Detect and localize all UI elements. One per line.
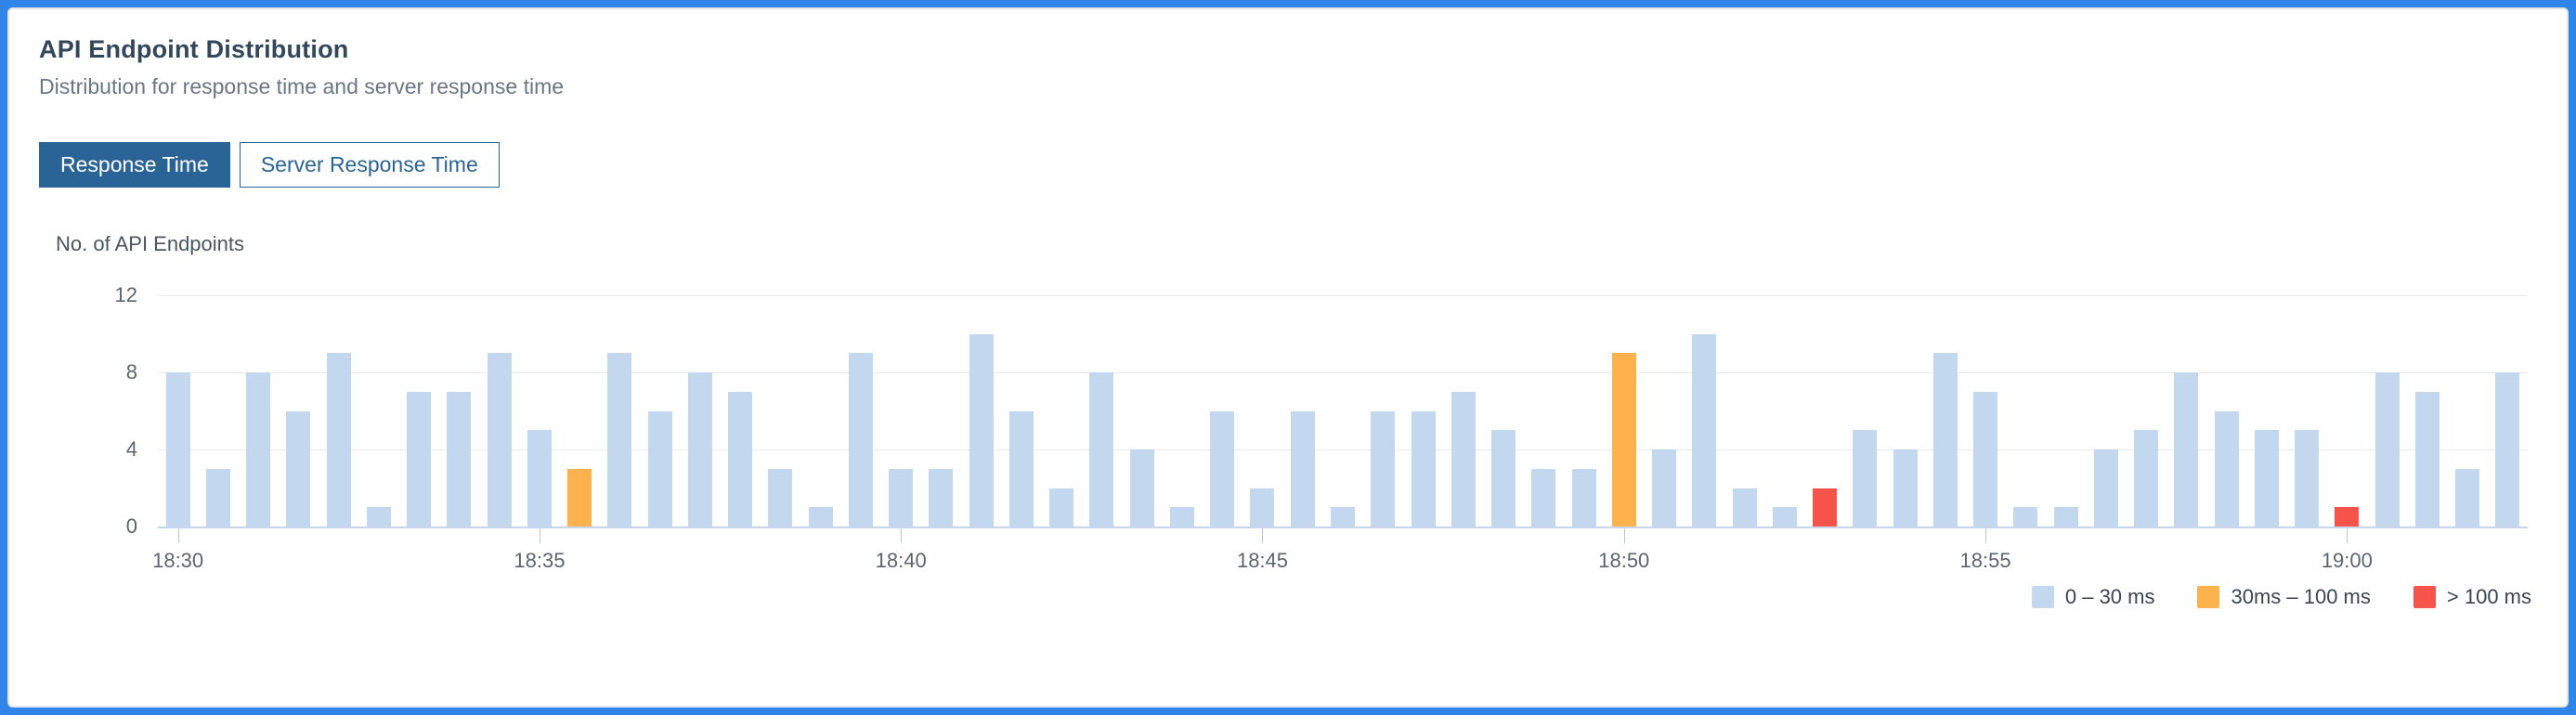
chart-bar[interactable]	[2254, 430, 2279, 526]
chart-bar[interactable]	[1611, 353, 1636, 526]
legend-label-over-100ms: > 100 ms	[2446, 585, 2531, 608]
chart-bar[interactable]	[687, 372, 712, 526]
chart-bar[interactable]	[1732, 488, 1757, 526]
chart-bar[interactable]	[567, 468, 592, 526]
chart-bar[interactable]	[1331, 507, 1355, 526]
chart-bar[interactable]	[1491, 430, 1516, 526]
chart-bar[interactable]	[286, 410, 311, 526]
chart-bar[interactable]	[1853, 430, 1878, 526]
chart-bar[interactable]	[2093, 449, 2118, 526]
chart-bar[interactable]	[969, 333, 994, 526]
chart-bar[interactable]	[1571, 468, 1596, 526]
chart-bar[interactable]	[1692, 333, 1717, 526]
chart-bar[interactable]	[2335, 507, 2360, 526]
chart-bar[interactable]	[1169, 507, 1194, 526]
chart-bar[interactable]	[2053, 507, 2078, 526]
chart-legend: 0 – 30 ms 30ms – 100 ms > 100 ms	[2031, 585, 2531, 609]
legend-label-30-100ms: 30ms – 100 ms	[2231, 585, 2371, 608]
chart-bar[interactable]	[1932, 353, 1958, 526]
chart-bar[interactable]	[647, 410, 672, 526]
chart-bar[interactable]	[929, 468, 954, 526]
chart-bar[interactable]	[1049, 488, 1074, 526]
legend-item-30-100ms[interactable]: 30ms – 100 ms	[2197, 585, 2371, 609]
chart-bar[interactable]	[165, 372, 190, 526]
chart-bar[interactable]	[326, 353, 351, 526]
chart-bar[interactable]	[728, 391, 753, 526]
legend-label-0-30ms: 0 – 30 ms	[2064, 585, 2155, 608]
chart-bar[interactable]	[246, 372, 271, 526]
chart-bar[interactable]	[527, 430, 552, 526]
chart-bar[interactable]	[447, 391, 472, 526]
chart-bar[interactable]	[1531, 468, 1556, 526]
chart-bar[interactable]	[205, 468, 230, 526]
chart-bar[interactable]	[2495, 372, 2520, 526]
chart-bar[interactable]	[1210, 410, 1235, 526]
chart-bar[interactable]	[848, 353, 873, 526]
chart-bar[interactable]	[1008, 410, 1034, 526]
chart-bar[interactable]	[2214, 410, 2239, 526]
chart-bar[interactable]	[607, 353, 632, 526]
chart-bar[interactable]	[2455, 468, 2480, 526]
legend-item-over-100ms[interactable]: > 100 ms	[2413, 585, 2531, 609]
legend-swatch-blue	[2031, 586, 2054, 608]
chart-bar[interactable]	[1250, 488, 1275, 526]
chart-bar[interactable]	[2374, 372, 2400, 526]
chart-bar[interactable]	[2013, 507, 2038, 526]
chart-bar[interactable]	[487, 353, 512, 526]
legend-item-0-30ms[interactable]: 0 – 30 ms	[2031, 585, 2155, 609]
chart-bar[interactable]	[1813, 488, 1838, 526]
chart-bar[interactable]	[1652, 449, 1677, 526]
chart-bar[interactable]	[2174, 372, 2199, 526]
legend-swatch-orange	[2197, 586, 2220, 608]
chart-bar[interactable]	[1973, 391, 1998, 526]
chart-bar[interactable]	[1089, 372, 1114, 526]
chart-bar[interactable]	[1371, 410, 1396, 526]
app-frame: API Endpoint Distribution Distribution f…	[0, 0, 2576, 715]
chart-bar[interactable]	[2134, 430, 2159, 526]
chart-bar[interactable]	[366, 507, 391, 526]
chart-card: API Endpoint Distribution Distribution f…	[7, 7, 2569, 708]
chart-bar[interactable]	[2295, 430, 2320, 526]
chart-bar[interactable]	[889, 468, 914, 526]
chart-bar[interactable]	[1451, 391, 1476, 526]
chart-bar[interactable]	[1290, 410, 1315, 526]
chart-bar[interactable]	[1411, 410, 1436, 526]
chart-bar[interactable]	[2414, 391, 2439, 526]
chart-bar[interactable]	[1772, 507, 1797, 526]
chart-bar[interactable]	[808, 507, 833, 526]
chart-bar[interactable]	[407, 391, 432, 526]
chart-bar[interactable]	[1129, 449, 1154, 526]
legend-swatch-red	[2413, 586, 2436, 608]
chart-bar[interactable]	[1893, 449, 1918, 526]
chart-bar[interactable]	[768, 468, 793, 526]
